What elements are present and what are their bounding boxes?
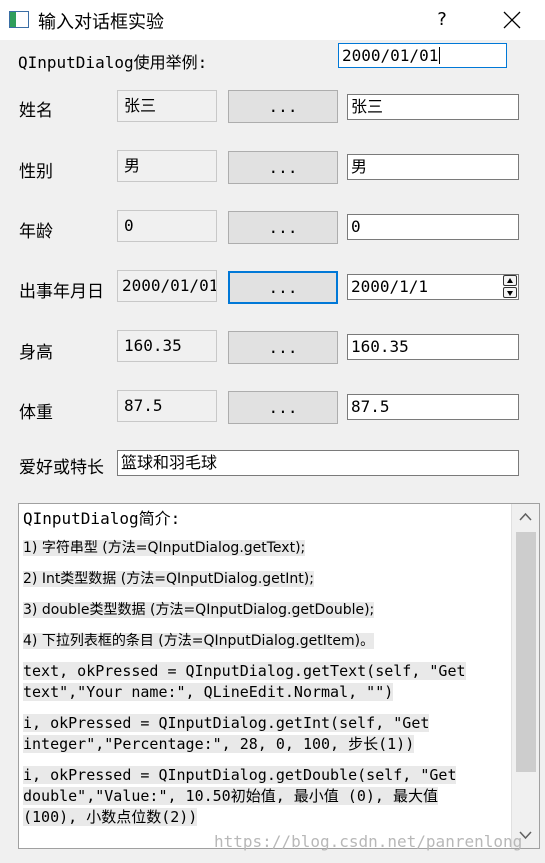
intro-code-line: i, okPressed = QInputDialog.getInt(self,… [23, 714, 430, 753]
height-label: 身高 [19, 343, 53, 363]
age-display: 0 [117, 210, 217, 242]
vertical-scrollbar[interactable] [511, 504, 539, 848]
intro-paragraph: 4) 下拉列表框的条目 (方法=QInputDialog.getItem)。 [23, 633, 375, 649]
help-button[interactable]: ? [430, 5, 454, 35]
gender-input[interactable]: 男 [347, 154, 519, 180]
example-label: QInputDialog使用举例: [18, 53, 208, 72]
height-dialog-button[interactable]: ... [228, 331, 338, 364]
intro-paragraph: 3) double类型数据 (方法=QInputDialog.getDouble… [23, 602, 375, 618]
intro-paragraph: 2) Int类型数据 (方法=QInputDialog.getInt); [23, 571, 314, 587]
intro-text-panel[interactable]: QInputDialog简介: 1) 字符串型 (方法=QInputDialog… [18, 503, 540, 849]
hobby-label: 爱好或特长 [19, 458, 104, 478]
age-label: 年龄 [19, 222, 53, 242]
text-caret [439, 47, 441, 64]
weight-input[interactable]: 87.5 [347, 394, 519, 420]
intro-heading: QInputDialog简介: [23, 509, 181, 528]
name-display: 张三 [117, 90, 217, 122]
weight-label: 体重 [19, 403, 53, 423]
intro-code-line: text, okPressed = QInputDialog.getText(s… [23, 662, 466, 701]
name-label: 姓名 [19, 101, 53, 121]
gender-dialog-button[interactable]: ... [228, 151, 338, 184]
spin-down-arrow-icon[interactable] [503, 287, 517, 298]
date-display: 2000/01/01 [117, 270, 217, 302]
close-icon [503, 11, 521, 29]
watermark: https://blog.csdn.net/panrenlong [214, 832, 523, 851]
date-spin-buttons[interactable] [500, 275, 518, 299]
date-input[interactable]: 2000/01/01 [338, 43, 507, 68]
weight-dialog-button[interactable]: ... [228, 391, 338, 424]
date-spin-input[interactable]: 2000/1/1 [347, 274, 519, 300]
title-bar: 输入对话框实验 ? [0, 0, 545, 40]
weight-display: 87.5 [117, 390, 217, 422]
gender-label: 性别 [19, 162, 53, 182]
close-button[interactable] [494, 2, 530, 38]
date-label: 出事年月日 [19, 282, 104, 302]
height-input[interactable]: 160.35 [347, 334, 519, 360]
intro-paragraph: 1) 字符串型 (方法=QInputDialog.getText); [23, 540, 306, 556]
window-title: 输入对话框实验 [38, 12, 164, 33]
gender-display: 男 [117, 150, 217, 182]
age-input[interactable]: 0 [347, 214, 519, 240]
height-display: 160.35 [117, 330, 217, 362]
date-input-text: 2000/01/01 [342, 46, 439, 65]
hobby-input[interactable]: 篮球和羽毛球 [117, 450, 519, 476]
app-icon [9, 11, 29, 28]
chevron-up-icon [519, 512, 532, 521]
intro-code-line: i, okPressed = QInputDialog.getDouble(se… [23, 766, 457, 826]
age-dialog-button[interactable]: ... [228, 211, 338, 244]
intro-content: QInputDialog简介: 1) 字符串型 (方法=QInputDialog… [23, 506, 513, 828]
scroll-up-button[interactable] [512, 504, 539, 530]
date-dialog-button[interactable]: ... [228, 271, 338, 304]
scroll-thumb[interactable] [516, 532, 536, 772]
spin-up-arrow-icon[interactable] [503, 275, 517, 286]
name-dialog-button[interactable]: ... [228, 90, 338, 123]
name-input[interactable]: 张三 [347, 94, 519, 120]
